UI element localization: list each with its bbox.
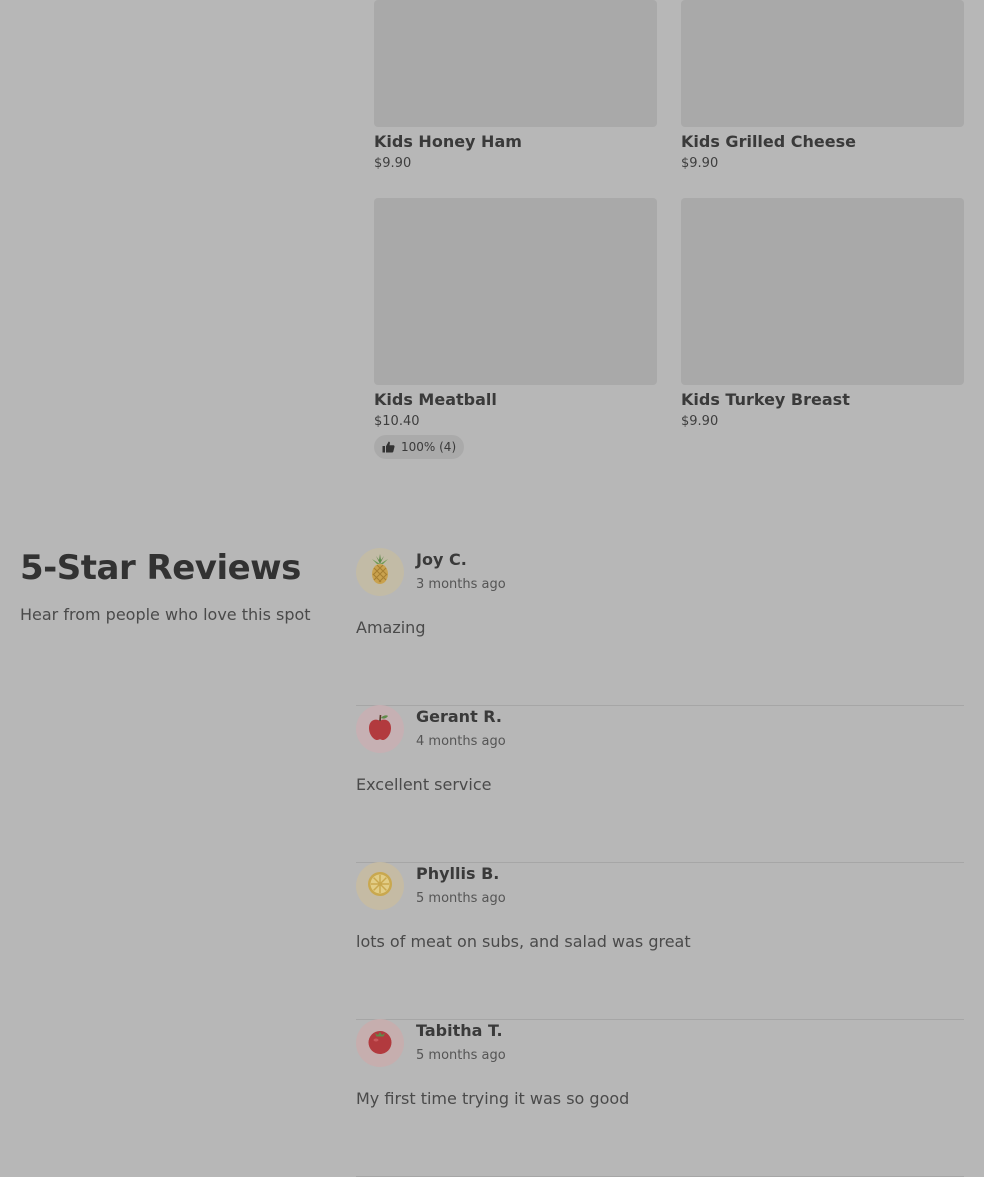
rating-badge: 100% (4)	[374, 435, 465, 459]
review-time: 4 months ago	[416, 734, 506, 749]
item-name: Kids Turkey Breast	[681, 390, 850, 409]
review-text: Excellent service	[356, 775, 492, 794]
avatar	[356, 705, 404, 753]
reviews-title: 5-Star Reviews	[20, 548, 301, 588]
review-text: Amazing	[356, 618, 426, 637]
review-time: 5 months ago	[416, 1048, 506, 1063]
review-text: lots of meat on subs, and salad was grea…	[356, 932, 691, 951]
item-image[interactable]	[681, 198, 964, 385]
review-item: Tabitha T. 5 months ago My first time tr…	[356, 1019, 964, 1177]
avatar	[356, 548, 404, 596]
item-name: Kids Grilled Cheese	[681, 132, 856, 151]
item-image[interactable]	[681, 0, 964, 127]
reviews-subtitle: Hear from people who love this spot	[20, 605, 311, 624]
reviewer-name: Tabitha T.	[416, 1021, 503, 1040]
item-name: Kids Meatball	[374, 390, 497, 409]
item-image[interactable]	[374, 198, 657, 385]
pineapple-icon	[367, 554, 393, 590]
tomato-icon	[366, 1027, 394, 1059]
review-item: Joy C. 3 months ago Amazing	[356, 548, 964, 706]
review-time: 3 months ago	[416, 577, 506, 592]
rating-text: 100% (4)	[401, 440, 457, 454]
reviewer-name: Phyllis B.	[416, 864, 500, 883]
apple-icon	[366, 713, 394, 745]
menu-item-card[interactable]: Kids Meatball $10.40 100% (4)	[374, 198, 657, 463]
menu-item-card[interactable]: Kids Grilled Cheese $9.90	[681, 0, 964, 180]
reviewer-name: Joy C.	[416, 550, 467, 569]
item-price: $9.90	[681, 156, 719, 171]
avatar	[356, 1019, 404, 1067]
item-price: $10.40	[374, 414, 420, 429]
review-time: 5 months ago	[416, 891, 506, 906]
review-text: My first time trying it was so good	[356, 1089, 630, 1108]
item-price: $9.90	[374, 156, 412, 171]
thumbs-up-icon	[382, 441, 395, 453]
review-item: Gerant R. 4 months ago Excellent service	[356, 705, 964, 863]
item-price: $9.90	[681, 414, 719, 429]
reviewer-name: Gerant R.	[416, 707, 502, 726]
item-name: Kids Honey Ham	[374, 132, 522, 151]
lemon-slice-icon	[366, 870, 394, 902]
review-item: Phyllis B. 5 months ago lots of meat on …	[356, 862, 964, 1020]
avatar	[356, 862, 404, 910]
menu-item-card[interactable]: Kids Turkey Breast $9.90	[681, 198, 964, 438]
menu-item-card[interactable]: Kids Honey Ham $9.90	[374, 0, 657, 180]
item-image[interactable]	[374, 0, 657, 127]
